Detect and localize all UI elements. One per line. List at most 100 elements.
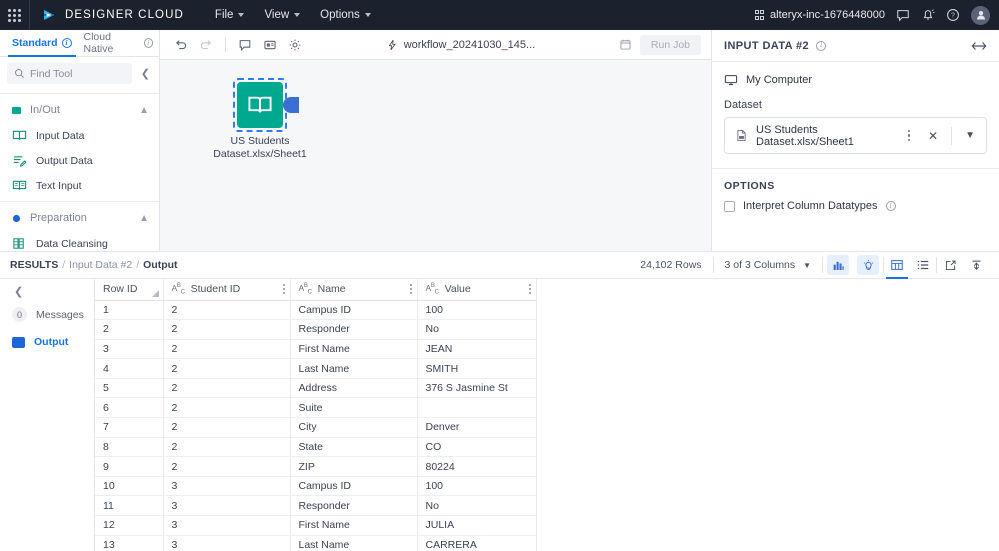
cell-row-id[interactable]: 13 [95,535,163,551]
cell-name[interactable]: Suite [290,398,417,418]
cell-student-id[interactable]: 2 [163,418,290,438]
column-selector[interactable]: 3 of 3 Columns ▼ [714,259,822,271]
tool-text-input[interactable]: Text Input [0,173,159,198]
help-icon[interactable]: ? [946,8,960,22]
toolgroup-preparation[interactable]: Preparation ▲ [0,205,159,231]
info-icon[interactable]: i [886,201,896,211]
open-external-icon[interactable] [937,252,963,278]
cell-name[interactable]: Responder [290,320,417,340]
table-row[interactable]: 103Campus ID100 [95,476,536,496]
cell-student-id[interactable]: 3 [163,476,290,496]
cell-value[interactable]: JULIA [417,516,536,536]
results-data-grid[interactable]: Row ID ABC Student ID ABC [95,279,999,551]
notifications-icon[interactable] [921,8,935,22]
cell-row-id[interactable]: 4 [95,359,163,379]
table-row[interactable]: 42Last NameSMITH [95,359,536,379]
table-row[interactable]: 22ResponderNo [95,320,536,340]
column-header-name[interactable]: ABC Name [290,279,417,300]
cell-name[interactable]: State [290,437,417,457]
cell-student-id[interactable]: 2 [163,300,290,320]
table-row[interactable]: 52Address376 S Jasmine St [95,378,536,398]
run-job-button[interactable]: Run Job [640,35,701,55]
table-row[interactable]: 62Suite [95,398,536,418]
list-view-icon[interactable] [910,252,936,278]
table-row[interactable]: 82StateCO [95,437,536,457]
cell-student-id[interactable]: 2 [163,320,290,340]
redo-icon[interactable] [195,34,217,56]
cell-name[interactable]: First Name [290,516,417,536]
cell-student-id[interactable]: 2 [163,457,290,477]
search-box[interactable] [7,63,132,84]
undo-icon[interactable] [170,34,192,56]
table-view-icon[interactable] [884,252,910,278]
cell-name[interactable]: City [290,418,417,438]
cell-value[interactable]: No [417,496,536,516]
cell-value[interactable]: Denver [417,418,536,438]
tool-output-data[interactable]: Output Data [0,148,159,173]
menu-file[interactable]: File [206,5,254,25]
account-selector[interactable]: alteryx-inc-1676448000 [755,9,885,21]
cell-student-id[interactable]: 2 [163,437,290,457]
cell-name[interactable]: ZIP [290,457,417,477]
cell-student-id[interactable]: 3 [163,496,290,516]
comment-icon[interactable] [234,34,256,56]
cell-row-id[interactable]: 11 [95,496,163,516]
cell-name[interactable]: Campus ID [290,476,417,496]
kebab-menu-icon[interactable] [410,284,412,294]
tab-cloud-native[interactable]: Cloud Native i [78,30,159,57]
toolgroup-in-out[interactable]: In/Out ▲ [0,97,159,123]
cell-name[interactable]: Last Name [290,535,417,551]
info-icon[interactable]: i [62,38,72,48]
cell-row-id[interactable]: 10 [95,476,163,496]
gear-icon[interactable] [284,34,306,56]
workflow-canvas[interactable]: workflow_20241030_145... Run Job US Stud… [160,30,711,251]
cell-row-id[interactable]: 1 [95,300,163,320]
cell-row-id[interactable]: 8 [95,437,163,457]
cell-value[interactable]: SMITH [417,359,536,379]
cell-name[interactable]: Campus ID [290,300,417,320]
table-row[interactable]: 72CityDenver [95,418,536,438]
interpret-datatypes-checkbox[interactable] [724,201,735,212]
cell-row-id[interactable]: 5 [95,378,163,398]
results-sidebar-item-messages[interactable]: 0 Messages [0,300,94,329]
info-icon[interactable]: i [144,38,153,48]
cell-value[interactable]: 80224 [417,457,536,477]
cell-value[interactable]: CO [417,437,536,457]
dataset-card[interactable]: US Students Dataset.xlsx/Sheet1 ✕ ▼ [724,117,987,154]
cell-name[interactable]: Responder [290,496,417,516]
node-output-anchor[interactable] [283,97,299,113]
bar-chart-icon[interactable] [827,255,849,275]
cell-value[interactable]: JEAN [417,339,536,359]
cell-student-id[interactable]: 3 [163,516,290,536]
table-row[interactable]: 32First NameJEAN [95,339,536,359]
cell-student-id[interactable]: 2 [163,378,290,398]
menu-view[interactable]: View [255,5,309,25]
chevron-left-icon[interactable]: ❮ [138,67,153,80]
cell-row-id[interactable]: 6 [95,398,163,418]
cell-value[interactable]: 100 [417,300,536,320]
column-header-value[interactable]: ABC Value [417,279,536,300]
table-row[interactable]: 133Last NameCARRERA [95,535,536,551]
cell-row-id[interactable]: 7 [95,418,163,438]
expand-horizontal-icon[interactable] [971,40,987,52]
breadcrumb-root[interactable]: RESULTS [10,259,58,271]
cell-value[interactable]: CARRERA [417,535,536,551]
cell-student-id[interactable]: 2 [163,398,290,418]
calendar-icon[interactable] [615,34,637,56]
tool-input-data[interactable]: Input Data [0,123,159,148]
cell-row-id[interactable]: 3 [95,339,163,359]
cell-row-id[interactable]: 12 [95,516,163,536]
kebab-menu-icon[interactable] [903,130,916,142]
cell-name[interactable]: Address [290,378,417,398]
search-input[interactable] [30,68,125,80]
node-box[interactable] [237,82,283,128]
option-interpret-column-datatypes[interactable]: Interpret Column Datatypes i [712,200,999,212]
table-row[interactable]: 123First NameJULIA [95,516,536,536]
cell-name[interactable]: First Name [290,339,417,359]
config-source-row[interactable]: My Computer [712,62,999,96]
annotation-card-icon[interactable] [259,34,281,56]
table-row[interactable]: 113ResponderNo [95,496,536,516]
cell-student-id[interactable]: 2 [163,359,290,379]
cell-student-id[interactable]: 3 [163,535,290,551]
insights-lightbulb-icon[interactable] [857,255,879,275]
